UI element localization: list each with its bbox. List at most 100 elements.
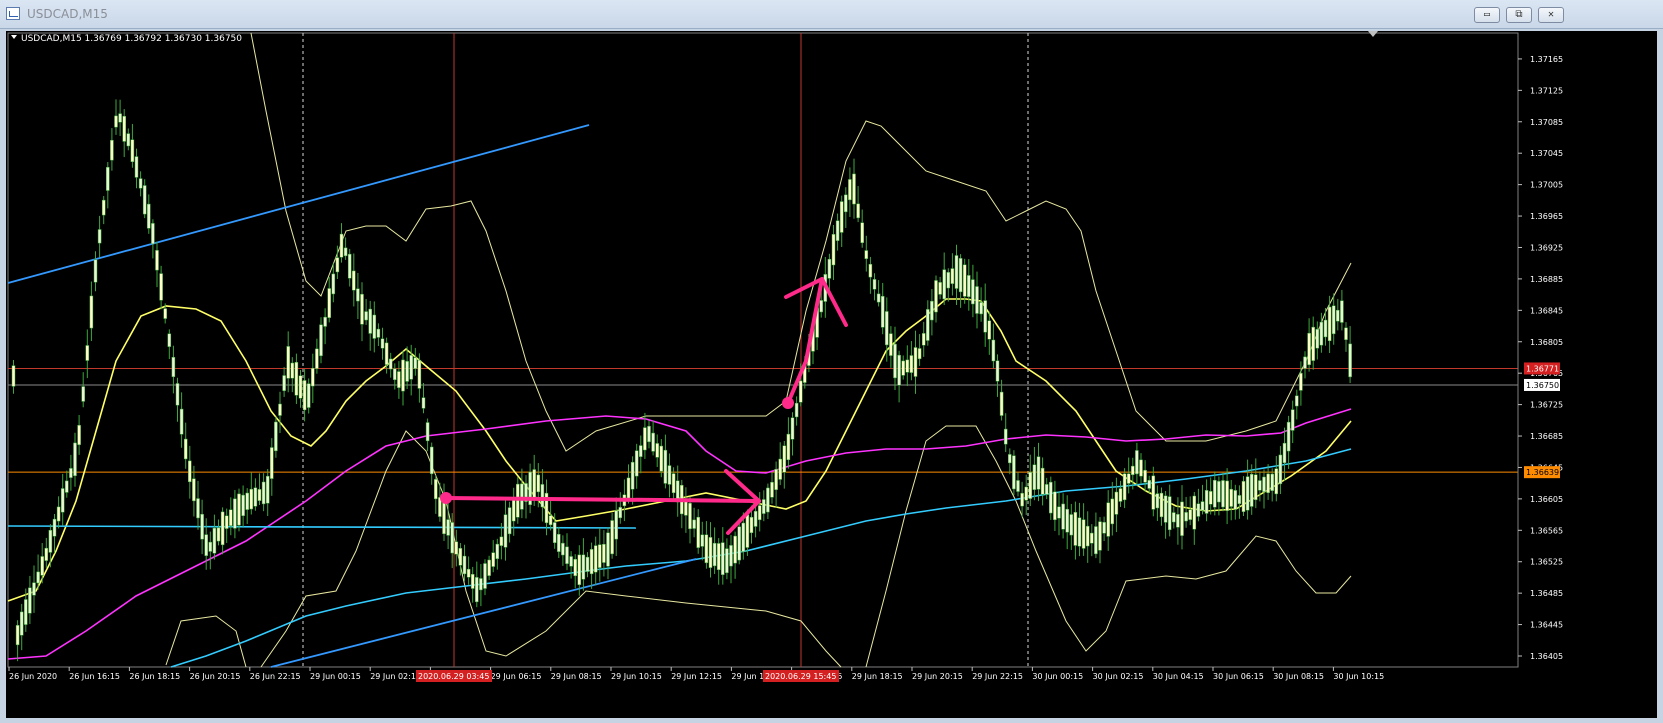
candle[interactable] (532, 469, 536, 500)
candle[interactable] (220, 511, 225, 546)
candle[interactable] (1344, 327, 1348, 340)
candle[interactable] (470, 574, 475, 589)
candle[interactable] (962, 264, 967, 297)
candle[interactable] (1118, 488, 1123, 502)
candle[interactable] (889, 333, 893, 356)
candle[interactable] (507, 507, 512, 535)
candle[interactable] (294, 362, 299, 396)
candle[interactable] (118, 113, 122, 123)
candle[interactable] (65, 480, 69, 493)
candle[interactable] (991, 339, 996, 362)
candle[interactable] (446, 519, 450, 536)
candle[interactable] (655, 443, 659, 458)
candle[interactable] (696, 516, 700, 548)
candle[interactable] (684, 499, 688, 516)
candle[interactable] (1348, 343, 1352, 378)
candle[interactable] (93, 259, 98, 283)
candle[interactable] (946, 272, 951, 289)
candle[interactable] (516, 483, 520, 518)
candle[interactable] (786, 433, 791, 461)
candle[interactable] (598, 544, 602, 568)
candle[interactable] (24, 599, 28, 625)
candle[interactable] (347, 253, 352, 279)
candle[interactable] (302, 380, 307, 411)
candle[interactable] (712, 542, 717, 567)
candle[interactable] (442, 500, 446, 535)
candle[interactable] (639, 445, 643, 457)
candle[interactable] (44, 547, 49, 561)
candle[interactable] (614, 510, 618, 540)
candle[interactable] (651, 432, 655, 452)
candle[interactable] (1073, 512, 1078, 546)
candle[interactable] (757, 505, 762, 521)
candle[interactable] (602, 543, 606, 563)
restore-button[interactable]: ⧉ (1506, 7, 1532, 23)
candle[interactable] (1295, 395, 1299, 407)
candle[interactable] (85, 345, 90, 361)
candle[interactable] (1151, 475, 1156, 510)
candle[interactable] (913, 347, 918, 377)
candle[interactable] (835, 220, 840, 241)
candle[interactable] (856, 203, 860, 219)
candle[interactable] (60, 488, 65, 513)
candle[interactable] (1049, 481, 1053, 514)
candle[interactable] (216, 527, 221, 542)
candle[interactable] (1003, 428, 1008, 445)
candle[interactable] (1188, 509, 1192, 520)
candle[interactable] (1106, 502, 1110, 537)
candle[interactable] (249, 488, 254, 510)
candle[interactable] (1077, 517, 1082, 547)
candle[interactable] (372, 314, 377, 339)
candle[interactable] (479, 578, 483, 591)
candle[interactable] (352, 270, 356, 291)
candle[interactable] (1069, 514, 1074, 536)
candle[interactable] (11, 365, 16, 387)
candle[interactable] (1053, 491, 1057, 521)
candle[interactable] (224, 515, 229, 529)
candle[interactable] (319, 324, 323, 357)
candle[interactable] (384, 342, 389, 365)
candle[interactable] (1278, 454, 1283, 485)
candle[interactable] (1135, 450, 1139, 475)
candle[interactable] (958, 258, 963, 293)
candle[interactable] (520, 483, 524, 510)
candle[interactable] (1040, 467, 1045, 495)
candle[interactable] (48, 529, 53, 553)
close-button[interactable]: ✕ (1538, 7, 1564, 23)
candle[interactable] (1319, 321, 1324, 346)
minimize-button[interactable]: ▭ (1474, 7, 1500, 23)
candle[interactable] (581, 554, 586, 580)
candle[interactable] (503, 514, 508, 548)
candle[interactable] (167, 333, 172, 347)
candle[interactable] (819, 300, 823, 313)
candle[interactable] (618, 507, 623, 519)
candle[interactable] (1237, 495, 1242, 505)
candle[interactable] (245, 492, 249, 510)
candle[interactable] (1208, 491, 1213, 505)
candle[interactable] (204, 534, 208, 556)
candle[interactable] (425, 422, 430, 442)
candle[interactable] (106, 167, 110, 191)
candle[interactable] (1192, 495, 1197, 530)
candle[interactable] (1024, 486, 1028, 501)
candle[interactable] (749, 516, 754, 534)
candle[interactable] (606, 532, 610, 567)
candle[interactable] (954, 255, 959, 289)
candle[interactable] (1233, 490, 1238, 510)
candle[interactable] (1270, 473, 1274, 491)
candle[interactable] (1196, 503, 1201, 517)
candle[interactable] (261, 481, 266, 505)
candle[interactable] (643, 427, 647, 451)
candle[interactable] (1126, 473, 1131, 484)
candle[interactable] (1122, 473, 1127, 501)
candle[interactable] (634, 450, 639, 477)
candle[interactable] (1114, 491, 1119, 515)
candle[interactable] (561, 542, 565, 556)
candle[interactable] (179, 408, 184, 435)
candle[interactable] (839, 201, 844, 233)
candle[interactable] (1229, 488, 1233, 507)
candle[interactable] (897, 354, 901, 386)
candle[interactable] (253, 487, 258, 507)
candle[interactable] (274, 421, 278, 452)
candle[interactable] (40, 556, 44, 576)
